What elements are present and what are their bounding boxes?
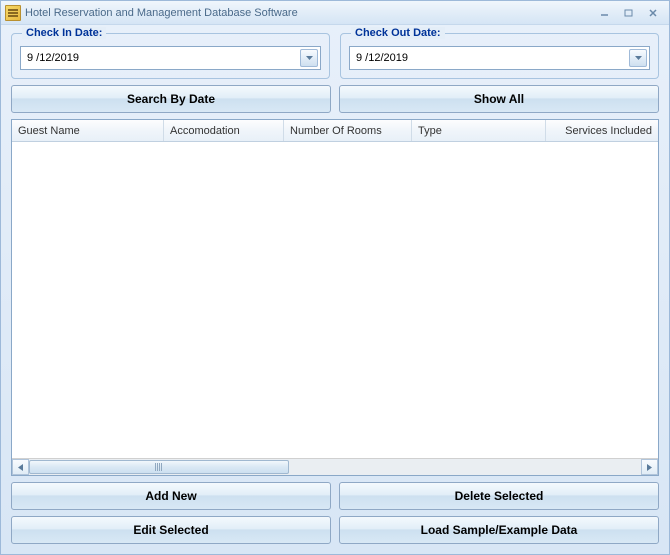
search-button-row: Search By Date Show All (11, 85, 659, 113)
close-button[interactable] (643, 6, 663, 20)
add-new-button[interactable]: Add New (11, 482, 331, 510)
edit-selected-button[interactable]: Edit Selected (11, 516, 331, 544)
minimize-button[interactable] (595, 6, 615, 20)
checkout-label: Check Out Date: (351, 27, 445, 39)
scroll-track[interactable] (29, 459, 641, 475)
list-body[interactable] (12, 142, 658, 458)
checkout-date-input[interactable]: 9 /12/2019 (349, 46, 650, 70)
titlebar: Hotel Reservation and Management Databas… (1, 1, 669, 25)
column-services-included[interactable]: Services Included (546, 120, 658, 141)
checkout-group: Check Out Date: 9 /12/2019 (340, 33, 659, 79)
horizontal-scrollbar[interactable] (12, 458, 658, 475)
scroll-right-button[interactable] (641, 459, 658, 475)
show-all-button[interactable]: Show All (339, 85, 659, 113)
column-type[interactable]: Type (412, 120, 546, 141)
scroll-thumb[interactable] (29, 460, 289, 474)
checkin-date-value: 9 /12/2019 (27, 52, 300, 64)
maximize-button[interactable] (619, 6, 639, 20)
window-controls (595, 6, 663, 20)
checkin-dropdown-button[interactable] (300, 49, 318, 67)
search-by-date-button[interactable]: Search By Date (11, 85, 331, 113)
column-guest-name[interactable]: Guest Name (12, 120, 164, 141)
column-accomodation[interactable]: Accomodation (164, 120, 284, 141)
action-row-1: Add New Delete Selected (11, 482, 659, 510)
content-area: Check In Date: 9 /12/2019 Check Out Date… (1, 25, 669, 554)
action-row-2: Edit Selected Load Sample/Example Data (11, 516, 659, 544)
checkout-date-value: 9 /12/2019 (356, 52, 629, 64)
results-list: Guest Name Accomodation Number Of Rooms … (11, 119, 659, 476)
checkin-label: Check In Date: (22, 27, 106, 39)
window-title: Hotel Reservation and Management Databas… (25, 7, 595, 19)
delete-selected-button[interactable]: Delete Selected (339, 482, 659, 510)
column-number-of-rooms[interactable]: Number Of Rooms (284, 120, 412, 141)
date-row: Check In Date: 9 /12/2019 Check Out Date… (11, 33, 659, 79)
app-icon (5, 5, 21, 21)
list-header: Guest Name Accomodation Number Of Rooms … (12, 120, 658, 142)
checkin-date-input[interactable]: 9 /12/2019 (20, 46, 321, 70)
checkout-dropdown-button[interactable] (629, 49, 647, 67)
thumb-grip-icon (155, 463, 163, 471)
scroll-left-button[interactable] (12, 459, 29, 475)
load-sample-button[interactable]: Load Sample/Example Data (339, 516, 659, 544)
main-window: Hotel Reservation and Management Databas… (0, 0, 670, 555)
checkin-group: Check In Date: 9 /12/2019 (11, 33, 330, 79)
